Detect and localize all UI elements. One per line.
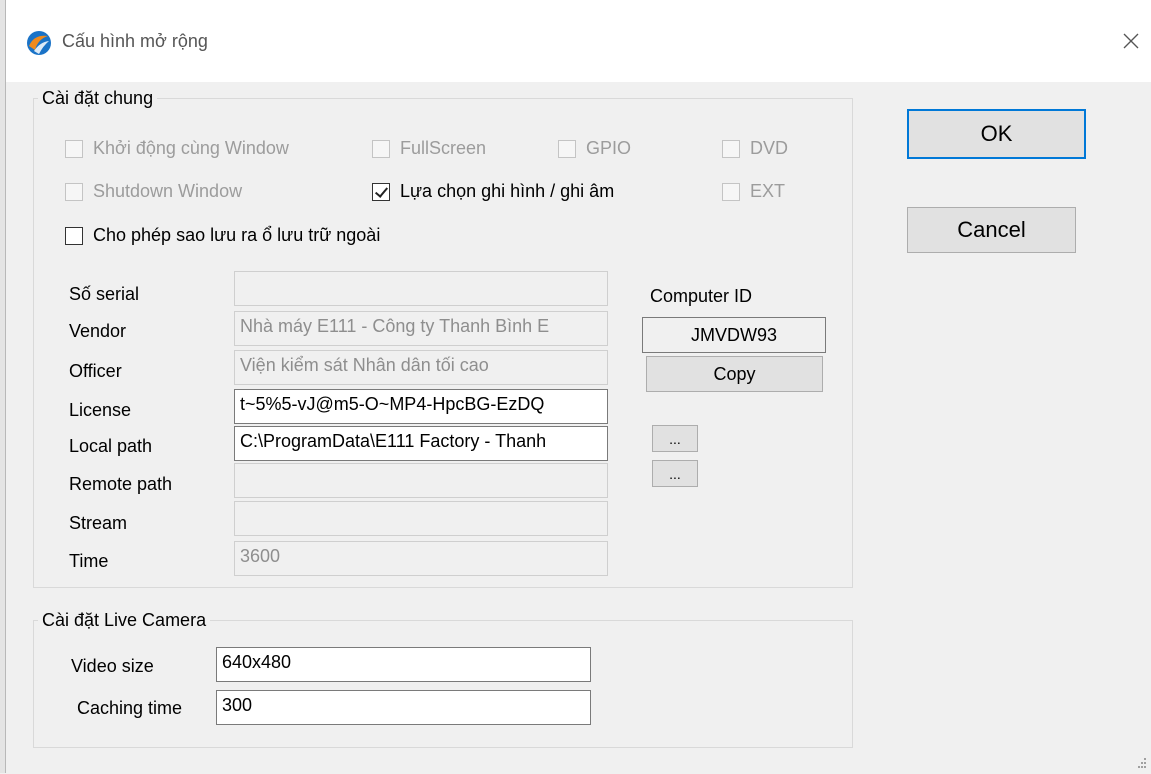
ok-button[interactable]: OK (907, 109, 1086, 159)
checkbox-label: Cho phép sao lưu ra ổ lưu trữ ngoài (93, 225, 381, 245)
cancel-button[interactable]: Cancel (907, 207, 1076, 253)
license-field[interactable]: t~5%5-vJ@m5-O~MP4-HpcBG-EzDQ (234, 389, 608, 424)
video-size-field[interactable]: 640x480 (216, 647, 591, 682)
serial-label: Số serial (69, 284, 140, 304)
checkbox-box[interactable] (722, 182, 740, 201)
checkbox-label: Lựa chọn ghi hình / ghi âm (400, 181, 615, 201)
checkbox-box-checked[interactable] (372, 182, 390, 201)
checkbox-fullscreen[interactable]: FullScreen (372, 138, 486, 159)
officer-label: Officer (69, 361, 122, 381)
left-window-edge (0, 0, 6, 773)
stream-label: Stream (69, 513, 128, 533)
officer-field[interactable]: Viện kiểm sát Nhân dân tối cao (234, 350, 608, 385)
checkbox-start-with-windows[interactable]: Khởi động cùng Window (65, 138, 289, 159)
checkbox-label: EXT (750, 181, 786, 201)
checkbox-box[interactable] (372, 139, 390, 158)
checkbox-label: FullScreen (400, 138, 487, 158)
time-label: Time (69, 551, 109, 571)
app-logo-icon (26, 30, 52, 56)
browse-remote-path-button[interactable]: ... (652, 460, 698, 487)
checkbox-label: DVD (750, 138, 789, 158)
checkbox-label: Khởi động cùng Window (93, 138, 289, 158)
checkbox-box[interactable] (65, 139, 83, 158)
checkbox-box[interactable] (65, 182, 83, 201)
general-settings-legend: Cài đặt chung (38, 88, 158, 109)
vendor-field[interactable]: Nhà máy E111 - Công ty Thanh Bình E (234, 311, 608, 346)
computer-id-value: JMVDW93 (642, 317, 826, 353)
checkbox-shutdown-window[interactable]: Shutdown Window (65, 181, 242, 202)
caching-time-label: Caching time (77, 698, 183, 718)
checkbox-box[interactable] (558, 139, 576, 158)
remote-path-label: Remote path (69, 474, 173, 494)
computer-id-label: Computer ID (650, 286, 753, 306)
window-title: Cấu hình mở rộng (62, 31, 208, 51)
vendor-label: Vendor (69, 321, 127, 341)
stream-field[interactable] (234, 501, 608, 536)
remote-path-field[interactable] (234, 463, 608, 498)
checkbox-external-backup[interactable]: Cho phép sao lưu ra ổ lưu trữ ngoài (65, 225, 380, 246)
close-icon[interactable] (1114, 24, 1148, 58)
checkbox-record-selection[interactable]: Lựa chọn ghi hình / ghi âm (372, 181, 614, 202)
serial-field[interactable] (234, 271, 608, 306)
live-camera-group (33, 620, 853, 748)
checkbox-box[interactable] (65, 226, 83, 245)
resize-grip-icon[interactable] (1135, 756, 1147, 768)
title-bar: Cấu hình mở rộng (6, 0, 1151, 82)
caching-time-field[interactable]: 300 (216, 690, 591, 725)
checkbox-box[interactable] (722, 139, 740, 158)
checkbox-dvd[interactable]: DVD (722, 138, 788, 159)
video-size-label: Video size (71, 656, 154, 676)
copy-button[interactable]: Copy (646, 356, 823, 392)
live-camera-legend: Cài đặt Live Camera (38, 610, 211, 631)
time-field[interactable]: 3600 (234, 541, 608, 576)
local-path-field[interactable]: C:\ProgramData\E111 Factory - Thanh (234, 426, 608, 461)
license-label: License (69, 400, 132, 420)
checkbox-ext[interactable]: EXT (722, 181, 785, 202)
local-path-label: Local path (69, 436, 153, 456)
checkbox-label: Shutdown Window (93, 181, 243, 201)
checkbox-gpio[interactable]: GPIO (558, 138, 631, 159)
browse-local-path-button[interactable]: ... (652, 425, 698, 452)
checkbox-label: GPIO (586, 138, 632, 158)
